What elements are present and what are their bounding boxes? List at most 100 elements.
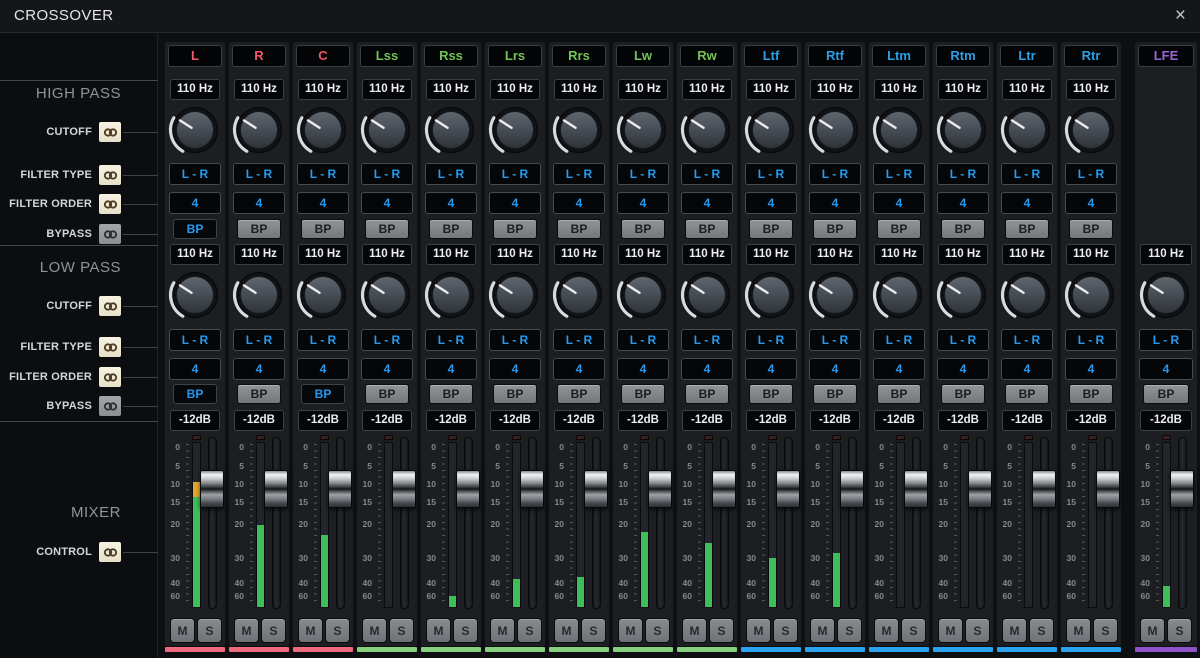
mute-button[interactable]: M [490, 618, 515, 643]
mute-button[interactable]: M [682, 618, 707, 643]
hp-cutoff-value[interactable]: 110 Hz [554, 79, 604, 100]
hp-cutoff-value[interactable]: 110 Hz [938, 79, 988, 100]
hp-filter-order[interactable]: 4 [617, 192, 669, 214]
lp-filter-order[interactable]: 4 [361, 358, 413, 380]
lp-cutoff-value[interactable]: 110 Hz [1066, 244, 1116, 265]
hp-filter-type[interactable]: L - R [169, 163, 221, 185]
lp-bypass-button[interactable]: BP [749, 384, 793, 404]
link-toggle-button[interactable] [98, 223, 122, 245]
hp-bypass-button[interactable]: BP [941, 219, 985, 239]
lp-filter-type[interactable]: L - R [617, 329, 669, 351]
solo-button[interactable]: S [965, 618, 990, 643]
mixer-trim-value[interactable]: -12dB [810, 410, 860, 431]
hp-filter-order[interactable]: 4 [425, 192, 477, 214]
hp-filter-order[interactable]: 4 [681, 192, 733, 214]
hp-bypass-button[interactable]: BP [173, 219, 217, 239]
hp-cutoff-value[interactable]: 110 Hz [1066, 79, 1116, 100]
lp-cutoff-knob[interactable] [613, 267, 673, 325]
lp-filter-type[interactable]: L - R [1065, 329, 1117, 351]
fader-handle[interactable] [840, 470, 864, 508]
mute-button[interactable]: M [938, 618, 963, 643]
link-toggle-button[interactable] [98, 366, 122, 388]
hp-filter-type[interactable]: L - R [297, 163, 349, 185]
lp-filter-type[interactable]: L - R [745, 329, 797, 351]
solo-button[interactable]: S [453, 618, 478, 643]
mixer-trim-value[interactable]: -12dB [362, 410, 412, 431]
lp-cutoff-knob[interactable] [485, 267, 545, 325]
lp-filter-order[interactable]: 4 [937, 358, 989, 380]
lp-bypass-button[interactable]: BP [301, 384, 345, 404]
lp-filter-order[interactable]: 4 [745, 358, 797, 380]
lp-filter-order[interactable]: 4 [489, 358, 541, 380]
mute-button[interactable]: M [170, 618, 195, 643]
fader-handle[interactable] [520, 470, 544, 508]
hp-filter-type[interactable]: L - R [937, 163, 989, 185]
hp-cutoff-knob[interactable] [997, 102, 1057, 160]
hp-filter-order[interactable]: 4 [809, 192, 861, 214]
link-toggle-button[interactable] [98, 164, 122, 186]
hp-bypass-button[interactable]: BP [429, 219, 473, 239]
mixer-trim-value[interactable]: -12dB [234, 410, 284, 431]
lp-cutoff-value[interactable]: 110 Hz [938, 244, 988, 265]
channel-fader-track[interactable] [784, 437, 793, 609]
channel-fader-track[interactable] [1178, 437, 1187, 609]
hp-filter-order[interactable]: 4 [233, 192, 285, 214]
mixer-trim-value[interactable]: -12dB [1140, 410, 1192, 431]
lp-cutoff-knob[interactable] [165, 267, 225, 325]
hp-cutoff-value[interactable]: 110 Hz [426, 79, 476, 100]
link-toggle-button[interactable] [98, 541, 122, 563]
lp-bypass-button[interactable]: BP [237, 384, 281, 404]
lp-cutoff-knob[interactable] [805, 267, 865, 325]
lp-bypass-button[interactable]: BP [493, 384, 537, 404]
solo-button[interactable]: S [325, 618, 350, 643]
lp-cutoff-value[interactable]: 110 Hz [746, 244, 796, 265]
lp-cutoff-knob[interactable] [229, 267, 289, 325]
hp-cutoff-value[interactable]: 110 Hz [170, 79, 220, 100]
mute-button[interactable]: M [554, 618, 579, 643]
link-toggle-button[interactable] [98, 121, 122, 143]
fader-handle[interactable] [1170, 470, 1194, 508]
hp-filter-order[interactable]: 4 [553, 192, 605, 214]
hp-cutoff-knob[interactable] [165, 102, 225, 160]
lp-filter-order[interactable]: 4 [1139, 358, 1193, 380]
hp-filter-order[interactable]: 4 [297, 192, 349, 214]
hp-cutoff-value[interactable]: 110 Hz [490, 79, 540, 100]
lp-filter-order[interactable]: 4 [553, 358, 605, 380]
channel-fader-track[interactable] [720, 437, 729, 609]
lp-filter-order[interactable]: 4 [873, 358, 925, 380]
lp-bypass-button[interactable]: BP [365, 384, 409, 404]
mute-button[interactable]: M [1002, 618, 1027, 643]
hp-filter-order[interactable]: 4 [489, 192, 541, 214]
lp-filter-type[interactable]: L - R [937, 329, 989, 351]
link-toggle-button[interactable] [98, 395, 122, 417]
mixer-trim-value[interactable]: -12dB [1002, 410, 1052, 431]
lp-bypass-button[interactable]: BP [1143, 384, 1189, 404]
hp-bypass-button[interactable]: BP [877, 219, 921, 239]
fader-handle[interactable] [1096, 470, 1120, 508]
lp-filter-type[interactable]: L - R [1001, 329, 1053, 351]
fader-handle[interactable] [1032, 470, 1056, 508]
channel-fader-track[interactable] [1040, 437, 1049, 609]
lp-cutoff-knob[interactable] [933, 267, 993, 325]
hp-filter-type[interactable]: L - R [1001, 163, 1053, 185]
fader-handle[interactable] [904, 470, 928, 508]
fader-handle[interactable] [200, 470, 224, 508]
mute-button[interactable]: M [810, 618, 835, 643]
lp-filter-order[interactable]: 4 [169, 358, 221, 380]
lp-filter-order[interactable]: 4 [617, 358, 669, 380]
lp-cutoff-value[interactable]: 110 Hz [554, 244, 604, 265]
lp-cutoff-knob[interactable] [677, 267, 737, 325]
hp-cutoff-value[interactable]: 110 Hz [298, 79, 348, 100]
fader-handle[interactable] [712, 470, 736, 508]
hp-cutoff-knob[interactable] [421, 102, 481, 160]
hp-bypass-button[interactable]: BP [813, 219, 857, 239]
mute-button[interactable]: M [234, 618, 259, 643]
lp-cutoff-value[interactable]: 110 Hz [874, 244, 924, 265]
solo-button[interactable]: S [517, 618, 542, 643]
lp-filter-type[interactable]: L - R [361, 329, 413, 351]
lp-cutoff-value[interactable]: 110 Hz [682, 244, 732, 265]
channel-fader-track[interactable] [1104, 437, 1113, 609]
solo-button[interactable]: S [1167, 618, 1192, 643]
lp-cutoff-value[interactable]: 110 Hz [1140, 244, 1192, 265]
mute-button[interactable]: M [618, 618, 643, 643]
